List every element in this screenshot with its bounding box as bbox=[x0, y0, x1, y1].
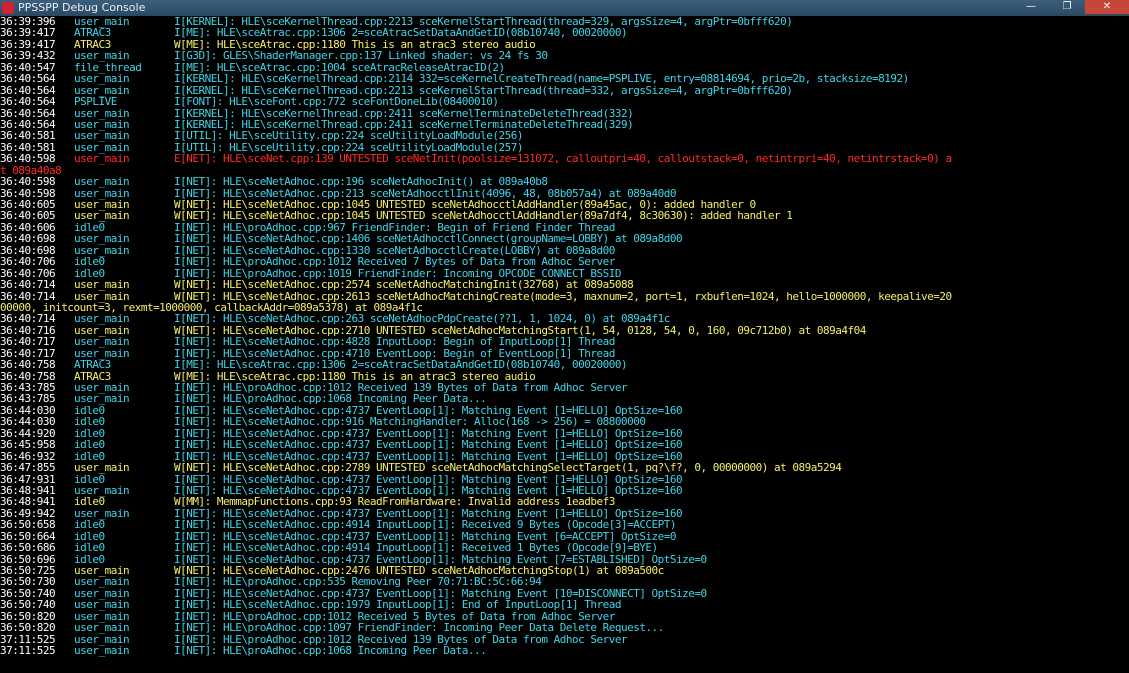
log-line: 36:50:820 user_main I[NET]: HLE\proAdhoc.c… bbox=[0, 621, 1129, 635]
log-message: I[KERNEL]: HLE\sceKernelThread.cpp:2114 … bbox=[174, 72, 909, 86]
log-line: 36:50:686 idle0 I[NET]: HLE\sceNetAdhoc.cp… bbox=[0, 541, 1129, 555]
log-timestamp: 36:40:717 bbox=[0, 335, 56, 349]
log-line: 36:40:564 PSPLIVE I[FONT]: HLE\sceFont.cpp… bbox=[0, 95, 1129, 109]
ppsspp-app-icon bbox=[2, 2, 14, 14]
log-thread: idle0 bbox=[74, 438, 105, 452]
log-message: I[NET]: HLE\sceNetAdhoc.cpp:196 sceNetAd… bbox=[174, 175, 548, 189]
log-message: I[NET]: HLE\proAdhoc.cpp:1097 FriendFind… bbox=[174, 621, 664, 635]
log-thread: user_main bbox=[74, 278, 130, 292]
log-line: 37:11:525 user_main I[NET]: HLE\proAdhoc.c… bbox=[0, 644, 1129, 658]
log-thread: idle0 bbox=[74, 541, 105, 555]
log-line: 36:40:564 user_main I[KERNEL]: HLE\sceKern… bbox=[0, 84, 1129, 96]
log-message: W[NET]: HLE\sceNetAdhoc.cpp:2574 sceNetA… bbox=[174, 278, 634, 292]
log-message: I[ME]: HLE\sceAtrac.cpp:1306 2=sceAtracS… bbox=[174, 358, 628, 372]
log-line: 36:39:417 ATRAC3 I[ME]: HLE\sceAtrac.cpp:1… bbox=[0, 27, 1129, 39]
log-message: W[NET]: HLE\sceNetAdhoc.cpp:2789 UNTESTE… bbox=[174, 461, 842, 475]
log-timestamp: 36:50:658 bbox=[0, 518, 56, 532]
log-message: I[NET]: HLE\proAdhoc.cpp:1012 Received 7… bbox=[174, 255, 615, 269]
log-timestamp: 36:40:598 bbox=[0, 152, 56, 166]
window-title: PPSSPP Debug Console bbox=[18, 1, 146, 14]
log-line: 36:40:706 idle0 I[NET]: HLE\proAdhoc.cpp:1… bbox=[0, 255, 1129, 269]
log-thread: user_main bbox=[74, 152, 130, 166]
log-timestamp: 36:40:714 bbox=[0, 278, 56, 292]
window-controls: — ❐ ✕ bbox=[1013, 0, 1129, 16]
log-line: 36:39:432 user_main I[G3D]: GLES\ShaderMan… bbox=[0, 50, 1129, 62]
log-line: 36:40:758 ATRAC3 I[ME]: HLE\sceAtrac.cpp:1… bbox=[0, 358, 1129, 372]
log-timestamp: 36:47:855 bbox=[0, 461, 56, 475]
log-line: 36:40:598 user_main E[NET]: HLE\sceNet.cpp… bbox=[0, 152, 1129, 166]
log-timestamp: 36:45:958 bbox=[0, 438, 56, 452]
log-timestamp: 36:40:598 bbox=[0, 175, 56, 189]
log-thread: user_main bbox=[74, 461, 130, 475]
log-timestamp: 36:40:564 bbox=[0, 95, 56, 109]
log-timestamp: 36:40:758 bbox=[0, 358, 56, 372]
log-message: I[NET]: HLE\sceNetAdhoc.cpp:4914 InputLo… bbox=[174, 541, 658, 555]
log-message: E[NET]: HLE\sceNet.cpp:139 UNTESTED sceN… bbox=[174, 152, 952, 166]
log-thread: idle0 bbox=[74, 518, 105, 532]
log-line: 36:50:725 user_main W[NET]: HLE\sceNetAdho… bbox=[0, 565, 1129, 577]
log-line: 36:40:717 user_main I[NET]: HLE\sceNetAdho… bbox=[0, 335, 1129, 349]
log-message: I[NET]: HLE\sceNetAdhoc.cpp:4737 EventLo… bbox=[174, 438, 683, 452]
log-line: 36:39:417 ATRAC3 W[ME]: HLE\sceAtrac.cpp:1… bbox=[0, 38, 1129, 50]
log-timestamp: 37:11:525 bbox=[0, 644, 56, 658]
log-line: 36:40:581 user_main I[UTIL]: HLE\sceUtilit… bbox=[0, 130, 1129, 142]
log-line: 36:40:714 user_main W[NET]: HLE\sceNetAdho… bbox=[0, 278, 1129, 292]
log-thread: user_main bbox=[74, 72, 130, 86]
log-line: 36:40:598 user_main I[NET]: HLE\sceNetAdho… bbox=[0, 175, 1129, 189]
log-thread: user_main bbox=[74, 644, 130, 658]
log-thread: idle0 bbox=[74, 255, 105, 269]
log-message: I[NET]: HLE\sceNetAdhoc.cpp:4828 InputLo… bbox=[174, 335, 615, 349]
log-thread: user_main bbox=[74, 175, 130, 189]
title-bar: PPSSPP Debug Console — ❐ ✕ bbox=[0, 0, 1129, 16]
log-timestamp: 36:40:706 bbox=[0, 255, 56, 269]
log-message: I[NET]: HLE\sceNetAdhoc.cpp:4914 InputLo… bbox=[174, 518, 677, 532]
log-console[interactable]: 36:39:396 user_main I[KERNEL]: HLE\sceKern… bbox=[0, 16, 1129, 673]
log-line: 36:43:785 user_main I[NET]: HLE\proAdhoc.c… bbox=[0, 382, 1129, 394]
log-message: I[FONT]: HLE\sceFont.cpp:772 sceFontDone… bbox=[174, 95, 499, 109]
log-thread: user_main bbox=[74, 335, 130, 349]
log-line: t 089a40a8 bbox=[0, 164, 1129, 176]
log-thread: PSPLIVE bbox=[74, 95, 117, 109]
log-thread: ATRAC3 bbox=[74, 358, 111, 372]
log-line: 36:50:658 idle0 I[NET]: HLE\sceNetAdhoc.cp… bbox=[0, 518, 1129, 532]
minimize-button[interactable]: — bbox=[1013, 0, 1049, 14]
log-timestamp: 36:50:686 bbox=[0, 541, 56, 555]
log-line: 36:40:564 user_main I[KERNEL]: HLE\sceKern… bbox=[0, 118, 1129, 130]
close-button[interactable]: ✕ bbox=[1085, 0, 1129, 14]
log-line: 36:40:564 user_main I[KERNEL]: HLE\sceKern… bbox=[0, 72, 1129, 86]
log-message: I[NET]: HLE\proAdhoc.cpp:1068 Incoming P… bbox=[174, 644, 487, 658]
log-timestamp: 36:50:820 bbox=[0, 621, 56, 635]
log-line: 36:45:958 idle0 I[NET]: HLE\sceNetAdhoc.cp… bbox=[0, 438, 1129, 452]
log-timestamp: 36:40:564 bbox=[0, 72, 56, 86]
log-thread: user_main bbox=[74, 621, 130, 635]
log-line: 36:47:855 user_main W[NET]: HLE\sceNetAdho… bbox=[0, 461, 1129, 475]
log-line: 37:11:525 user_main I[NET]: HLE\proAdhoc.c… bbox=[0, 633, 1129, 645]
maximize-button[interactable]: ❐ bbox=[1049, 0, 1085, 14]
